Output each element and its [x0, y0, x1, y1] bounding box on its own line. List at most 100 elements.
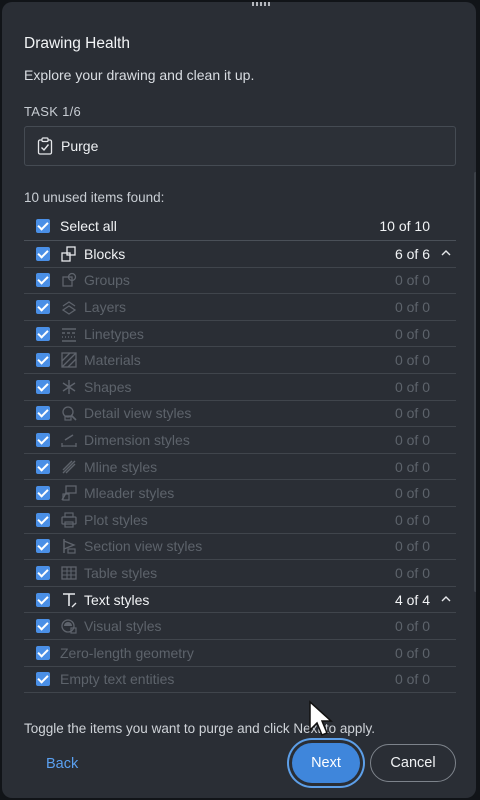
task-step-label: TASK 1/6: [24, 104, 82, 119]
item-count: 0 of 0: [394, 511, 430, 528]
mouse-cursor-icon: [309, 700, 333, 736]
materials-icon: [61, 352, 77, 368]
chevron-up-icon[interactable]: [440, 594, 452, 604]
item-label: Detail view styles: [84, 405, 192, 422]
item-checkbox[interactable]: [36, 246, 50, 261]
purge-item-row[interactable]: Blocks 6 of 6: [24, 241, 456, 268]
purge-item-row[interactable]: Shapes 0 of 0: [24, 374, 456, 401]
drag-handle[interactable]: [252, 2, 270, 6]
item-checkbox[interactable]: [36, 353, 50, 368]
item-label: Visual styles: [84, 618, 162, 635]
blocks-icon: [61, 246, 76, 262]
back-button[interactable]: Back: [46, 756, 78, 772]
drawing-health-dialog: Drawing Health Explore your drawing and …: [2, 2, 476, 798]
next-button[interactable]: Next: [292, 743, 360, 783]
item-checkbox[interactable]: [36, 565, 50, 580]
item-checkbox[interactable]: [36, 512, 50, 527]
purge-item-row[interactable]: Dimension styles 0 of 0: [24, 427, 456, 454]
clipboard-check-icon: [37, 137, 53, 155]
purge-item-row[interactable]: Mline styles 0 of 0: [24, 454, 456, 481]
item-count: 0 of 0: [394, 378, 430, 395]
item-checkbox[interactable]: [36, 645, 50, 660]
groups-icon: [62, 273, 77, 288]
linetypes-icon: [62, 327, 76, 342]
item-checkbox[interactable]: [36, 459, 50, 474]
item-label: Layers: [84, 298, 127, 315]
text-styles-icon: [63, 592, 77, 607]
purge-item-row[interactable]: Visual styles 0 of 0: [24, 613, 456, 640]
item-label: Linetypes: [84, 325, 144, 342]
item-count: 0 of 0: [394, 485, 430, 502]
purge-item-row[interactable]: Text styles 4 of 4: [24, 587, 456, 614]
item-label: Text styles: [84, 591, 150, 608]
purge-item-row[interactable]: Plot styles 0 of 0: [24, 507, 456, 534]
item-label: Blocks: [84, 245, 126, 262]
item-count: 0 of 0: [394, 564, 430, 581]
item-count: 0 of 0: [394, 352, 430, 369]
list-scrollbar[interactable]: [474, 172, 476, 592]
visual-styles-icon: [61, 619, 77, 634]
purge-item-row[interactable]: Linetypes 0 of 0: [24, 321, 456, 348]
item-checkbox[interactable]: [36, 273, 50, 288]
purge-item-row[interactable]: Section view styles 0 of 0: [24, 534, 456, 561]
dimension-styles-icon: [61, 434, 77, 447]
chevron-up-icon[interactable]: [440, 248, 452, 258]
purge-item-row[interactable]: Zero-length geometry 0 of 0: [24, 640, 456, 667]
item-checkbox[interactable]: [36, 406, 50, 421]
select-all-row[interactable]: Select all 10 of 10: [24, 212, 456, 241]
mline-styles-icon: [62, 460, 76, 474]
detail-view-styles-icon: [62, 406, 77, 421]
item-count: 0 of 0: [394, 618, 430, 635]
item-count: 0 of 0: [394, 644, 430, 661]
found-count-text: 10 unused items found:: [24, 190, 165, 205]
item-count: 0 of 0: [394, 671, 430, 688]
item-count: 0 of 0: [394, 298, 430, 315]
purge-item-row[interactable]: Layers 0 of 0: [24, 294, 456, 321]
purge-item-row[interactable]: Groups 0 of 0: [24, 268, 456, 295]
item-checkbox[interactable]: [36, 326, 50, 341]
item-label: Groups: [84, 272, 130, 289]
plot-styles-icon: [61, 512, 77, 528]
item-checkbox[interactable]: [36, 299, 50, 314]
cancel-button[interactable]: Cancel: [370, 744, 456, 782]
item-label: Section view styles: [84, 538, 203, 555]
purge-item-list: Select all 10 of 10 Blocks 6 of 6 Groups 0 …: [24, 212, 456, 694]
dialog-title: Drawing Health: [24, 35, 130, 52]
item-count: 0 of 0: [394, 405, 430, 422]
purge-item-row[interactable]: Table styles 0 of 0: [24, 560, 456, 587]
item-count: 0 of 0: [394, 325, 430, 342]
item-checkbox[interactable]: [36, 379, 50, 394]
task-name: Purge: [61, 138, 99, 154]
item-label: Empty text entities: [60, 671, 175, 688]
item-checkbox[interactable]: [36, 486, 50, 501]
item-checkbox[interactable]: [36, 619, 50, 634]
section-view-styles-icon: [63, 539, 76, 554]
item-count: 6 of 6: [394, 245, 430, 262]
task-selector[interactable]: Purge: [24, 126, 456, 166]
purge-item-row[interactable]: Mleader styles 0 of 0: [24, 480, 456, 507]
purge-item-row[interactable]: Empty text entities 0 of 0: [24, 667, 456, 694]
select-all-label: Select all: [60, 218, 117, 234]
item-count: 0 of 0: [394, 458, 430, 475]
item-label: Table styles: [84, 564, 158, 581]
item-checkbox[interactable]: [36, 672, 50, 687]
item-label: Mleader styles: [84, 485, 175, 502]
item-label: Materials: [84, 352, 141, 369]
item-label: Plot styles: [84, 511, 148, 528]
shapes-icon: [62, 379, 76, 394]
item-checkbox[interactable]: [36, 539, 50, 554]
item-label: Mline styles: [84, 458, 158, 475]
item-count: 0 of 0: [394, 538, 430, 555]
item-label: Dimension styles: [84, 431, 190, 448]
purge-item-row[interactable]: Materials 0 of 0: [24, 347, 456, 374]
layers-icon: [61, 301, 77, 315]
item-checkbox[interactable]: [36, 432, 50, 447]
item-label: Zero-length geometry: [60, 644, 194, 661]
dialog-subtitle: Explore your drawing and clean it up.: [24, 67, 255, 83]
item-count: 0 of 0: [394, 431, 430, 448]
purge-item-row[interactable]: Detail view styles 0 of 0: [24, 401, 456, 428]
item-checkbox[interactable]: [36, 592, 50, 607]
mleader-styles-icon: [61, 485, 77, 501]
item-label: Shapes: [84, 378, 132, 395]
select-all-checkbox[interactable]: [36, 219, 50, 233]
